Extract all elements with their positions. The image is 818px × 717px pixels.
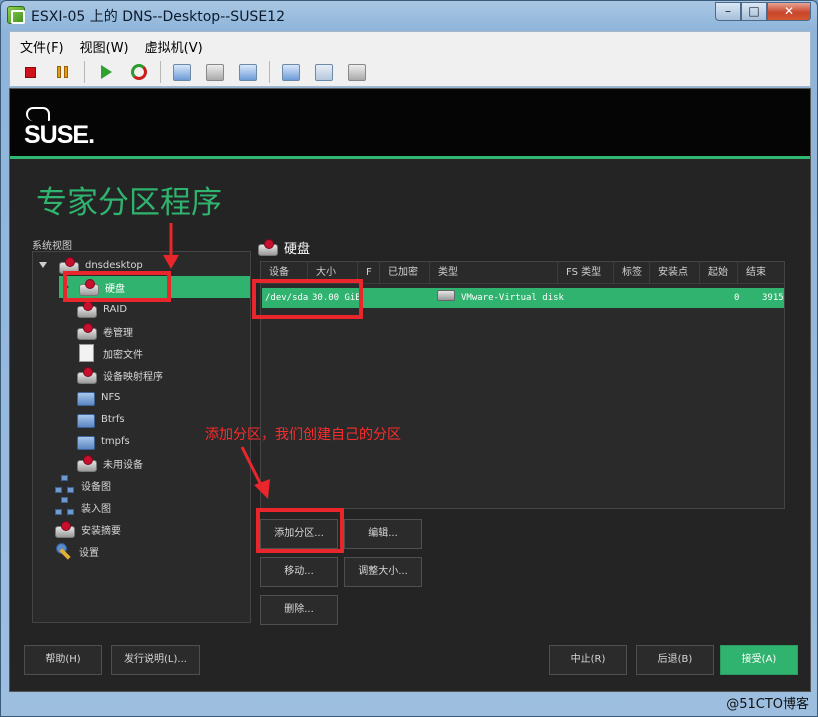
maximize-button[interactable]: □ xyxy=(741,2,767,21)
console-settings-icon[interactable] xyxy=(279,61,303,83)
pause-icon[interactable] xyxy=(51,61,75,83)
snapshot-manager-icon[interactable] xyxy=(236,61,260,83)
title-bar[interactable]: ESXI-05 上的 DNS--Desktop--SUSE12 – □ ✕ xyxy=(1,1,817,29)
toolbar-separator xyxy=(269,61,270,83)
reset-icon[interactable] xyxy=(127,61,151,83)
client-toolbar-area: 文件(F) 视图(W) 虚拟机(V) xyxy=(9,31,811,87)
window-title: ESXI-05 上的 DNS--Desktop--SUSE12 xyxy=(31,9,285,25)
window-controls: – □ ✕ xyxy=(715,2,811,21)
toolbar-separator xyxy=(160,61,161,83)
vm-app-icon xyxy=(7,6,25,24)
watermark: @51CTO博客 xyxy=(726,697,809,712)
stop-icon[interactable] xyxy=(18,61,42,83)
vm-console-window: ESXI-05 上的 DNS--Desktop--SUSE12 – □ ✕ 文件… xyxy=(0,0,818,717)
annotation-arrows xyxy=(163,223,270,499)
arrow-to-harddisk xyxy=(163,223,179,269)
menu-vm[interactable]: 虚拟机(V) xyxy=(135,35,209,56)
disk-tools-icon[interactable] xyxy=(345,61,369,83)
toolbar-separator xyxy=(84,61,85,83)
close-button[interactable]: ✕ xyxy=(767,2,811,21)
revert-snapshot-icon[interactable] xyxy=(203,61,227,83)
play-icon[interactable] xyxy=(94,61,118,83)
minimize-button[interactable]: – xyxy=(715,2,741,21)
menubar: 文件(F) 视图(W) 虚拟机(V) xyxy=(10,35,209,56)
network-icon[interactable] xyxy=(312,61,336,83)
snapshot-icon[interactable] xyxy=(170,61,194,83)
vm-screen[interactable]: SUSE. 专家分区程序 系统视图 dnsdesktop 硬盘 RAID 卷管理… xyxy=(9,88,811,692)
menu-file[interactable]: 文件(F) xyxy=(10,35,70,56)
toolbar xyxy=(18,60,378,84)
menu-view[interactable]: 视图(W) xyxy=(70,35,135,56)
arrow-to-add-partition xyxy=(240,446,270,499)
